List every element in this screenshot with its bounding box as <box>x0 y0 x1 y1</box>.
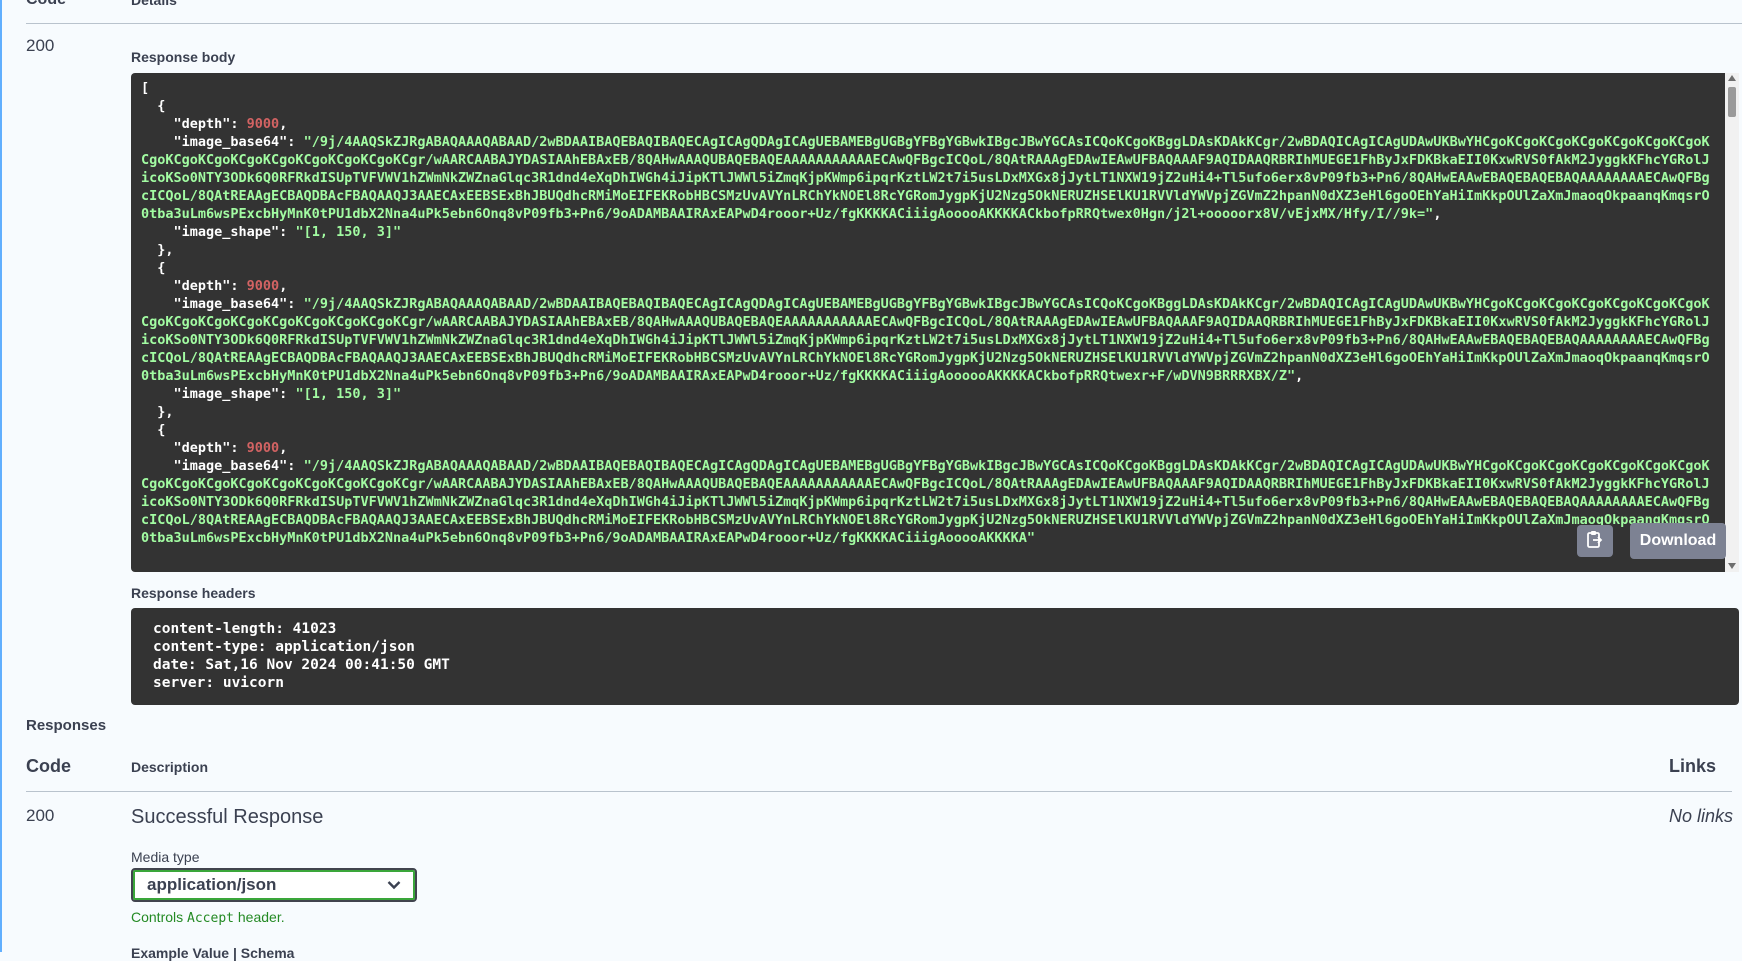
json-line: "depth": 9000, <box>141 440 288 456</box>
response-row-links: No links <box>1669 806 1734 826</box>
response-row-description: Successful Response <box>131 806 324 828</box>
json-line: "image_base64": "/9j/4AAQSkZJRgABAQAAAQA… <box>141 134 1710 222</box>
response-status-code: 200 <box>26 36 55 55</box>
example-value-tabs[interactable]: Example Value | Schema <box>131 945 294 961</box>
left-accent-rule <box>0 0 2 952</box>
json-line: "image_shape": "[1, 150, 3]" <box>141 224 402 240</box>
responses-header-divider <box>26 791 1732 792</box>
json-line: [ <box>141 80 150 96</box>
clipboard-icon <box>1586 529 1604 554</box>
json-line: "image_base64": "/9j/4AAQSkZJRgABAQAAAQA… <box>141 296 1710 384</box>
json-line: { <box>141 98 166 114</box>
media-type-select[interactable]: application/json <box>131 868 417 902</box>
response-body-panel[interactable]: [ { "depth": 9000, "image_base64": "/9j/… <box>131 73 1725 572</box>
chevron-down-icon <box>387 875 401 895</box>
response-body-json: [ { "depth": 9000, "image_base64": "/9j/… <box>131 73 1725 553</box>
scroll-up-icon[interactable] <box>1728 75 1736 81</box>
response-headers-label: Response headers <box>131 585 256 601</box>
download-button[interactable]: Download <box>1630 523 1726 559</box>
json-line: { <box>141 422 166 438</box>
column-header-code: Code <box>26 0 66 9</box>
media-type-value: application/json <box>147 875 277 894</box>
json-line: { <box>141 260 166 276</box>
accept-header-note: Controls Accept header. <box>131 909 285 926</box>
responses-col-description: Description <box>131 759 209 775</box>
copy-to-clipboard-button[interactable] <box>1577 525 1613 557</box>
header-divider <box>26 23 1742 24</box>
column-header-details: Details <box>131 0 177 8</box>
json-line: "depth": 9000, <box>141 278 288 294</box>
responses-section-title: Responses <box>26 717 107 734</box>
scroll-down-icon[interactable] <box>1728 563 1736 569</box>
responses-col-links: Links <box>1669 756 1717 776</box>
json-line: "image_base64": "/9j/4AAQSkZJRgABAQAAAQA… <box>141 458 1710 546</box>
response-headers-panel: content-length: 41023 content-type: appl… <box>131 608 1739 705</box>
response-row-code: 200 <box>26 806 55 825</box>
media-type-label: Media type <box>131 849 200 865</box>
json-line: }, <box>141 242 174 258</box>
response-body-scrollbar[interactable] <box>1725 73 1739 572</box>
response-headers-text: content-length: 41023 content-type: appl… <box>153 621 450 691</box>
json-line: }, <box>141 404 174 420</box>
accept-code: Accept <box>187 911 234 926</box>
response-body-label: Response body <box>131 49 236 65</box>
json-line: "image_shape": "[1, 150, 3]" <box>141 386 402 402</box>
responses-col-code: Code <box>26 756 71 776</box>
scroll-thumb[interactable] <box>1728 87 1736 117</box>
json-line: "depth": 9000, <box>141 116 288 132</box>
